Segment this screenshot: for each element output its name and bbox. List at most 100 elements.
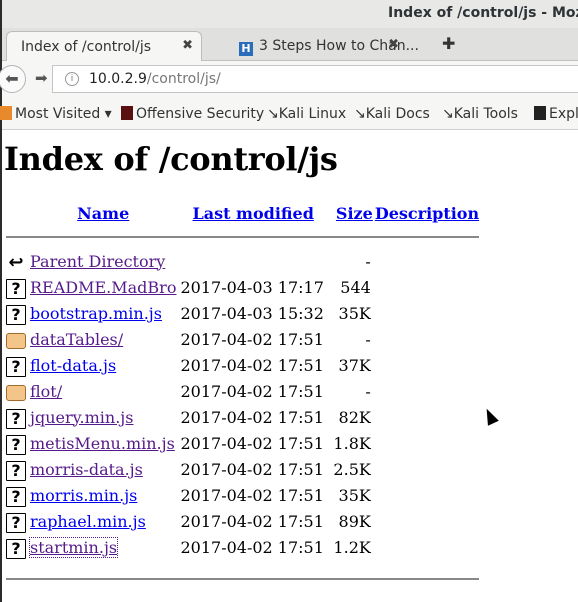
modified-date: 2017-04-03 17:17 <box>180 277 324 297</box>
modified-date: 2017-04-02 17:51 <box>180 433 324 453</box>
kali-dragon-icon: ↘ <box>354 106 366 122</box>
url-host: 10.0.2.9 <box>89 71 147 87</box>
file-link[interactable]: README.MadBro <box>30 278 176 297</box>
description <box>373 482 479 508</box>
offsec-icon <box>121 106 133 120</box>
modified-date: 2017-04-02 17:51 <box>180 537 324 557</box>
bookmark-kali-docs[interactable]: ↘Kali Docs <box>354 106 430 122</box>
close-icon[interactable]: ✖ <box>388 37 399 52</box>
site-favicon-icon: H <box>239 42 253 56</box>
tab-strip: Index of /control/js ✖ H3 Steps How to Ch… <box>2 28 578 61</box>
file-link[interactable]: jquery.min.js <box>30 408 133 427</box>
window-title: Index of /control/js - Mozilla <box>388 5 578 21</box>
table-row: ? README.MadBro 2017-04-03 17:17 544 <box>4 274 479 300</box>
description <box>373 534 479 560</box>
table-row: ↩ Parent Directory - <box>4 248 479 274</box>
description <box>373 326 479 352</box>
divider <box>6 578 480 584</box>
file-size: - <box>365 251 371 271</box>
unknown-file-icon: ? <box>6 539 26 559</box>
file-link[interactable]: metisMenu.min.js <box>30 434 175 453</box>
kali-dragon-icon: ↘ <box>442 106 454 122</box>
file-size: 35K <box>338 303 371 323</box>
table-row: ? morris-data.js 2017-04-02 17:51 2.5K <box>4 456 479 482</box>
file-link[interactable]: Parent Directory <box>30 252 165 271</box>
bookmark-label: Offensive Security <box>136 106 265 122</box>
window-titlebar: Index of /control/js - Mozilla <box>2 0 578 28</box>
description <box>373 456 479 482</box>
file-link[interactable]: bootstrap.min.js <box>30 304 162 323</box>
table-row: ? bootstrap.min.js 2017-04-03 15:32 35K <box>4 300 479 326</box>
file-size: 35K <box>338 485 371 505</box>
divider <box>6 236 480 242</box>
file-link[interactable]: morris.min.js <box>30 486 137 505</box>
table-row: ? raphael.min.js 2017-04-02 17:51 89K <box>4 508 479 534</box>
bookmark-kali-tools[interactable]: ↘Kali Tools <box>442 106 518 122</box>
page-content: Index of /control/js Name Last modified … <box>4 130 480 580</box>
sort-modified-link[interactable]: Last modified <box>192 204 313 223</box>
unknown-file-icon: ? <box>6 513 26 533</box>
bookmark-exploit-db[interactable]: Expl <box>534 106 578 122</box>
bookmark-most-visited[interactable]: Most Visited ▾ <box>0 106 112 122</box>
table-row: ? startmin.js 2017-04-02 17:51 1.2K <box>4 534 479 560</box>
tab-label: Index of /control/js <box>21 39 152 55</box>
folder-icon <box>6 333 26 349</box>
file-link[interactable]: raphael.min.js <box>30 512 146 531</box>
file-size: 89K <box>338 511 371 531</box>
file-link[interactable]: morris-data.js <box>30 460 143 479</box>
folder-icon <box>6 385 26 401</box>
bookmark-offensive-security[interactable]: Offensive Security <box>121 106 264 122</box>
file-link[interactable]: flot/ <box>30 382 62 401</box>
bookmark-label: Kali Docs <box>365 106 430 122</box>
unknown-file-icon: ? <box>6 305 26 325</box>
forward-arrow-icon[interactable]: ➡ <box>35 69 48 87</box>
table-row: ? morris.min.js 2017-04-02 17:51 35K <box>4 482 479 508</box>
navigation-bar: ⬅ ➡ i 10.0.2.9/control/js/ ↻ <box>0 61 578 97</box>
file-size: 1.2K <box>333 537 371 557</box>
unknown-file-icon: ? <box>6 279 26 299</box>
file-size: 544 <box>340 277 371 297</box>
file-size: 37K <box>338 355 371 375</box>
modified-date: 2017-04-02 17:51 <box>180 381 324 401</box>
back-icon: ↩ <box>8 251 24 273</box>
table-row: flot/ 2017-04-02 17:51 - <box>4 378 479 404</box>
file-size: 2.5K <box>333 459 371 479</box>
back-arrow-icon[interactable]: ⬅ <box>0 65 26 93</box>
bookmark-kali-linux[interactable]: ↘Kali Linux <box>267 106 346 122</box>
tab-index[interactable]: Index of /control/js ✖ <box>6 31 202 61</box>
icon-column <box>4 200 28 226</box>
file-size: - <box>365 381 371 401</box>
unknown-file-icon: ? <box>6 357 26 377</box>
file-size: 1.8K <box>333 433 371 453</box>
modified-date: 2017-04-02 17:51 <box>180 329 324 349</box>
sort-name-link[interactable]: Name <box>77 204 129 223</box>
modified-date: 2017-04-02 17:51 <box>180 459 324 479</box>
table-row: ? jquery.min.js 2017-04-02 17:51 82K <box>4 404 479 430</box>
description <box>373 430 479 456</box>
file-size: 82K <box>338 407 371 427</box>
close-icon[interactable]: ✖ <box>182 38 193 53</box>
unknown-file-icon: ? <box>6 435 26 455</box>
sort-description-link[interactable]: Description <box>375 204 479 223</box>
url-bar[interactable]: i 10.0.2.9/control/js/ ↻ <box>52 65 578 93</box>
description <box>373 352 479 378</box>
modified-date <box>178 248 325 274</box>
sort-size-link[interactable]: Size <box>336 204 373 223</box>
file-link[interactable]: dataTables/ <box>30 330 123 349</box>
kali-dragon-icon: ↘ <box>267 106 279 122</box>
description <box>373 378 479 404</box>
modified-date: 2017-04-02 17:51 <box>180 511 324 531</box>
table-row: ? metisMenu.min.js 2017-04-02 17:51 1.8K <box>4 430 479 456</box>
file-link[interactable]: flot-data.js <box>30 356 116 375</box>
new-tab-plus-icon[interactable]: ✚ <box>442 34 455 53</box>
unknown-file-icon: ? <box>6 487 26 507</box>
bookmark-label: Most Visited ▾ <box>15 106 112 122</box>
tab-3-steps[interactable]: H3 Steps How to Chan... ✖ <box>227 31 419 61</box>
file-link[interactable]: startmin.js <box>28 536 119 558</box>
bookmarks-toolbar: Most Visited ▾ Offensive Security ↘Kali … <box>0 97 578 130</box>
description <box>373 248 479 274</box>
description <box>373 508 479 534</box>
description <box>373 404 479 430</box>
bookmark-label: Kali Tools <box>453 106 518 122</box>
info-icon[interactable]: i <box>65 72 79 86</box>
